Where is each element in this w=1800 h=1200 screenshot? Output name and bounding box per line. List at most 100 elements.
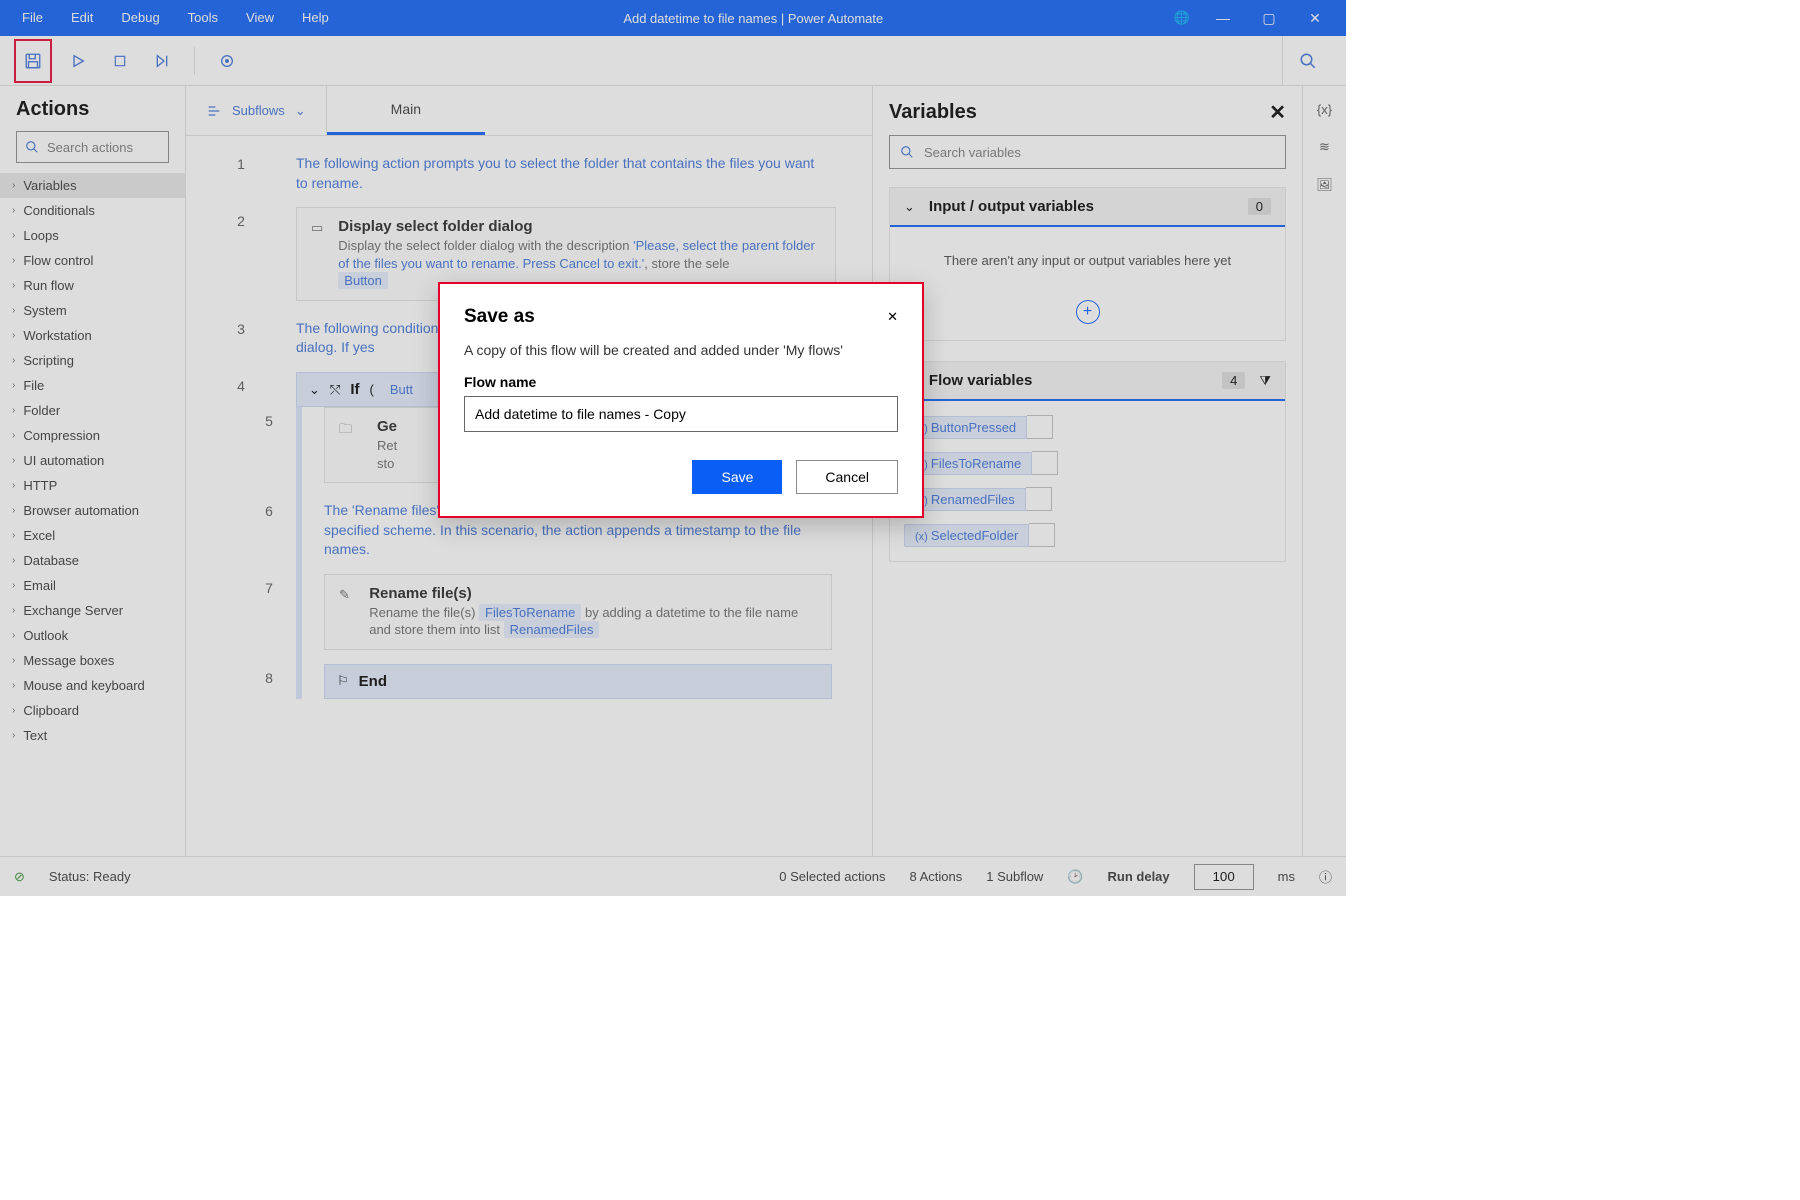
subflows-icon xyxy=(206,103,222,119)
tree-label: Scripting xyxy=(23,353,74,368)
actions-tree-item[interactable]: ›Workstation xyxy=(0,323,185,348)
maximize-button[interactable]: ▢ xyxy=(1246,0,1292,36)
io-empty-text: There aren't any input or output variabl… xyxy=(890,227,1285,294)
variables-tab-icon[interactable]: {x} xyxy=(1317,102,1332,117)
paren: ( xyxy=(369,382,373,397)
variables-search[interactable]: Search variables xyxy=(889,135,1286,169)
tree-label: Conditionals xyxy=(23,203,95,218)
info-icon[interactable]: ⓘ xyxy=(1319,867,1332,886)
if-keyword: If xyxy=(350,381,359,398)
variable-pill: Butt xyxy=(384,381,419,398)
actions-tree-item[interactable]: ›Browser automation xyxy=(0,498,185,523)
step-button[interactable] xyxy=(146,45,178,77)
actions-tree-item[interactable]: ›Flow control xyxy=(0,248,185,273)
actions-tree-item[interactable]: › Message boxes xyxy=(0,648,185,673)
images-icon[interactable]: 🖼 xyxy=(1316,177,1333,193)
actions-tree-item[interactable]: ›UI automation xyxy=(0,448,185,473)
record-button[interactable] xyxy=(211,45,243,77)
variable-name: SelectedFolder xyxy=(904,524,1029,547)
menu-file[interactable]: File xyxy=(8,0,57,36)
chevron-right-icon: › xyxy=(12,205,15,216)
chevron-right-icon: › xyxy=(12,355,15,366)
tree-label: Text xyxy=(23,728,47,743)
variable-chip[interactable]: FilesToRename xyxy=(904,451,1271,475)
variable-chip[interactable]: RenamedFiles xyxy=(904,487,1271,511)
flow-title: Flow variables xyxy=(929,372,1208,389)
tree-label: Excel xyxy=(23,528,55,543)
dialog-close-button[interactable]: ✕ xyxy=(887,309,898,325)
chevron-right-icon: › xyxy=(12,230,15,241)
actions-tree-item[interactable]: › Scripting xyxy=(0,348,185,373)
save-button[interactable]: Save xyxy=(692,460,782,494)
run-delay-input[interactable] xyxy=(1194,864,1254,890)
menu-view[interactable]: View xyxy=(232,0,288,36)
variable-value xyxy=(1029,523,1055,547)
actions-tree-item[interactable]: ›Exchange Server xyxy=(0,598,185,623)
account-icon[interactable]: 🌐 xyxy=(1164,10,1200,26)
actions-tree-item[interactable]: ›Loops xyxy=(0,223,185,248)
actions-tree-item[interactable]: › Conditionals xyxy=(0,198,185,223)
tree-label: Database xyxy=(23,553,79,568)
tree-label: File xyxy=(23,378,44,393)
actions-tree-item[interactable]: ›Clipboard xyxy=(0,698,185,723)
actions-tree-item[interactable]: ›File xyxy=(0,373,185,398)
status-subflows: 1 Subflow xyxy=(986,869,1043,884)
end-block[interactable]: ⚐ End xyxy=(324,664,832,699)
tab-main[interactable]: Main xyxy=(327,86,485,135)
cancel-button[interactable]: Cancel xyxy=(796,460,898,494)
actions-tree-item[interactable]: ›System xyxy=(0,298,185,323)
status-ok-icon: ⊘ xyxy=(14,869,25,885)
actions-tree-item[interactable]: ›Run flow xyxy=(0,273,185,298)
menu-help[interactable]: Help xyxy=(288,0,343,36)
variable-chip[interactable]: SelectedFolder xyxy=(904,523,1271,547)
actions-tree-item[interactable]: ›Outlook xyxy=(0,623,185,648)
flow-name-input[interactable] xyxy=(464,396,898,432)
search-icon xyxy=(900,145,914,159)
actions-tree-item[interactable]: ›Compression xyxy=(0,423,185,448)
close-button[interactable]: ✕ xyxy=(1292,0,1338,36)
tree-label: Run flow xyxy=(23,278,74,293)
actions-search[interactable]: Search actions xyxy=(16,131,169,163)
action-card[interactable]: ✎ Rename file(s) Rename the file(s) File… xyxy=(324,574,832,650)
flow-name-label: Flow name xyxy=(464,374,898,390)
chevron-right-icon: › xyxy=(12,480,15,491)
actions-tree-item[interactable]: ›Folder xyxy=(0,398,185,423)
toolbar xyxy=(0,36,1346,86)
save-button[interactable] xyxy=(17,45,49,77)
run-button[interactable] xyxy=(62,45,94,77)
chevron-right-icon: › xyxy=(12,655,15,666)
actions-tree-item[interactable]: ›Text xyxy=(0,723,185,748)
actions-tree-item[interactable]: ›HTTP xyxy=(0,473,185,498)
filter-icon[interactable]: ⧩ xyxy=(1259,373,1271,389)
chevron-right-icon: › xyxy=(12,455,15,466)
rename-icon: ✎ xyxy=(339,585,355,603)
tree-label: Flow control xyxy=(23,253,93,268)
close-panel-button[interactable]: ✕ xyxy=(1269,100,1286,125)
actions-tree-item[interactable]: ›Database xyxy=(0,548,185,573)
io-title: Input / output variables xyxy=(929,198,1234,215)
minimize-button[interactable]: — xyxy=(1200,0,1246,36)
step-number: 8 xyxy=(214,664,324,699)
chevron-right-icon: › xyxy=(12,605,15,616)
menu-tools[interactable]: Tools xyxy=(174,0,232,36)
actions-tree-item[interactable]: ›Mouse and keyboard xyxy=(0,673,185,698)
search-button[interactable] xyxy=(1282,36,1332,86)
actions-tree-item[interactable]: ›Excel xyxy=(0,523,185,548)
chevron-right-icon: › xyxy=(12,305,15,316)
layers-icon[interactable]: ≋ xyxy=(1319,139,1330,155)
action-desc: Retsto xyxy=(377,437,397,472)
status-bar: ⊘ Status: Ready 0 Selected actions 8 Act… xyxy=(0,856,1346,896)
tree-label: Message boxes xyxy=(23,653,114,668)
stop-button[interactable] xyxy=(104,45,136,77)
actions-tree-item[interactable]: ›Email xyxy=(0,573,185,598)
step-comment[interactable]: The following action prompts you to sele… xyxy=(296,150,816,207)
add-variable-button[interactable]: + xyxy=(1076,300,1100,324)
chevron-down-icon[interactable]: ⌄ xyxy=(904,199,915,215)
chevron-right-icon: › xyxy=(12,580,15,591)
menu-debug[interactable]: Debug xyxy=(107,0,173,36)
tree-label: Mouse and keyboard xyxy=(23,678,144,693)
subflows-dropdown[interactable]: Subflows ⌄ xyxy=(186,86,327,135)
actions-tree-item[interactable]: ›Variables xyxy=(0,173,185,198)
menu-edit[interactable]: Edit xyxy=(57,0,107,36)
variable-chip[interactable]: ButtonPressed xyxy=(904,415,1271,439)
